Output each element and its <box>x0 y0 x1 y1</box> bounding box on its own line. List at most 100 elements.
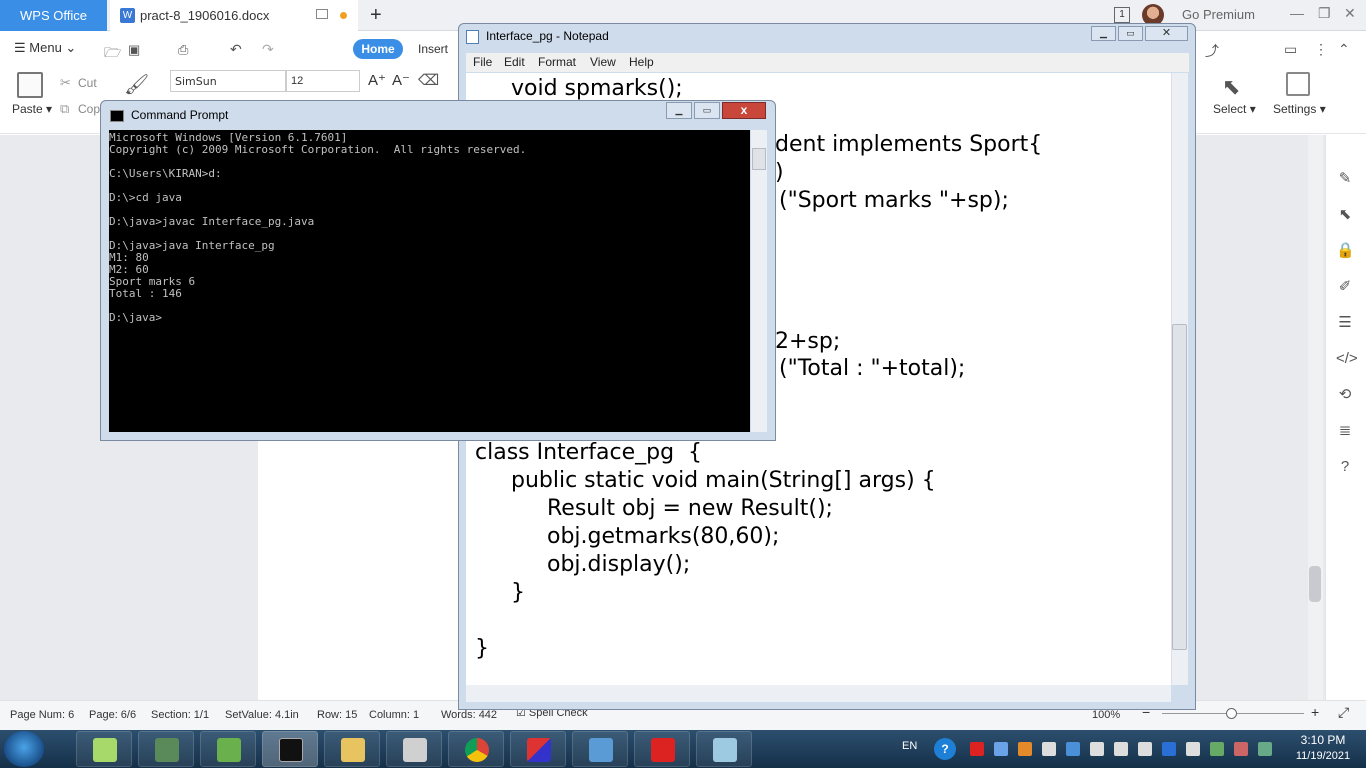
print-icon[interactable]: ⎙ <box>178 42 188 58</box>
tray-language[interactable]: EN <box>902 740 917 752</box>
cmd-close-button[interactable]: x <box>722 102 766 119</box>
tab-insert[interactable]: Insert <box>418 42 448 56</box>
format-painter-icon[interactable]: 🖌 <box>124 72 149 97</box>
tray-bluetooth-icon[interactable] <box>1162 742 1176 756</box>
code-line: dent implements Sport{ <box>775 132 1043 157</box>
taskbar-notepad[interactable] <box>696 731 752 767</box>
go-premium-button[interactable]: Go Premium <box>1182 7 1255 22</box>
menu-button[interactable]: ☰ Menu ⌄ <box>14 40 76 56</box>
clear-format-icon[interactable]: ⌫ <box>418 71 439 89</box>
shrink-font-icon[interactable]: A⁻ <box>392 71 410 89</box>
taskbar-calculator[interactable] <box>200 731 256 767</box>
wps-office-tab[interactable]: WPS Office <box>0 0 107 31</box>
more-icon[interactable]: ⋮ <box>1314 41 1328 58</box>
taskbar-cmd[interactable] <box>262 731 318 767</box>
tray-display-icon[interactable] <box>1258 742 1272 756</box>
notepad-menu-format[interactable]: Format <box>538 55 576 69</box>
monitor-icon[interactable] <box>316 9 328 19</box>
tray-antivirus-icon[interactable] <box>970 742 984 756</box>
cmd-scroll-thumb[interactable] <box>752 148 766 170</box>
taskbar-wps[interactable] <box>634 731 690 767</box>
font-name-select[interactable]: SimSun <box>170 70 286 92</box>
tray-device-icon[interactable] <box>1210 742 1224 756</box>
taskbar-sticky-notes[interactable] <box>76 731 132 767</box>
pen-icon[interactable]: ✎ <box>1336 170 1354 188</box>
history-icon[interactable]: ⟲ <box>1336 386 1354 404</box>
redo-icon[interactable]: ↷ <box>262 41 274 58</box>
code-line: ("Total : "+total); <box>779 356 966 381</box>
cmd-maximize-button[interactable]: ▭ <box>694 102 720 119</box>
taskbar-explorer[interactable] <box>324 731 380 767</box>
minimize-icon[interactable]: — <box>1290 5 1304 21</box>
fullscreen-icon[interactable]: ⤢ <box>1338 704 1349 721</box>
tray-cloud-icon[interactable] <box>994 742 1008 756</box>
font-size-select[interactable]: 12 <box>286 70 360 92</box>
taskbar-media-player[interactable] <box>386 731 442 767</box>
tab-home[interactable]: Home <box>353 39 403 59</box>
open-icon[interactable]: 🗁 <box>104 42 121 66</box>
notepad-menu-help[interactable]: Help <box>629 55 654 69</box>
tab-count-badge[interactable]: 1 <box>1114 7 1130 23</box>
tray-network-icon[interactable] <box>1066 742 1080 756</box>
paste-button[interactable]: Paste ▾ <box>12 102 52 116</box>
notepad-menu-edit[interactable]: Edit <box>504 55 525 69</box>
console-line: C:\Users\KIRAN>d: <box>109 167 222 180</box>
document-scrollbar[interactable] <box>1308 135 1323 700</box>
taskbar-blocks[interactable] <box>510 731 566 767</box>
pointer-icon[interactable]: ⬉ <box>1336 206 1354 224</box>
comment-icon[interactable]: ▭ <box>1284 41 1297 58</box>
notepad-menu-file[interactable]: File <box>473 55 492 69</box>
status-words[interactable]: Words: 442 <box>441 709 497 721</box>
tray-help-icon[interactable]: ? <box>934 738 956 760</box>
notepad-close-button[interactable]: ✕ <box>1145 26 1188 41</box>
lock-icon[interactable]: 🔒 <box>1336 242 1355 260</box>
clock-time[interactable]: 3:10 PM <box>1288 733 1358 747</box>
share-icon[interactable]: ⤴ <box>1205 41 1219 61</box>
close-icon[interactable]: ✕ <box>1344 5 1356 22</box>
tray-battery-icon[interactable] <box>1114 742 1128 756</box>
notepad-scroll-thumb[interactable] <box>1172 324 1187 650</box>
undo-icon[interactable]: ↶ <box>230 41 242 58</box>
cmd-scrollbar[interactable] <box>751 130 767 432</box>
tray-volume-icon[interactable] <box>1090 742 1104 756</box>
code-line: } <box>511 580 525 605</box>
select-button[interactable]: Select ▾ <box>1213 102 1256 116</box>
save-icon[interactable]: ▣ <box>128 42 140 58</box>
notepad-menu-view[interactable]: View <box>590 55 616 69</box>
clock-date[interactable]: 11/19/2021 <box>1288 750 1358 762</box>
notepad-minimize-button[interactable]: ▁ <box>1091 26 1116 41</box>
cmd-minimize-button[interactable]: ▁ <box>666 102 692 119</box>
cursor-icon: ⬉ <box>1222 74 1241 99</box>
list-icon[interactable]: ≣ <box>1336 422 1354 440</box>
settings-button[interactable]: Settings ▾ <box>1273 102 1326 116</box>
tray-move-icon[interactable] <box>1138 742 1152 756</box>
sliders-icon[interactable]: ☰ <box>1336 314 1354 332</box>
zoom-in-icon[interactable]: + <box>1311 704 1319 720</box>
grow-font-icon[interactable]: A⁺ <box>368 71 386 89</box>
help-icon[interactable]: ? <box>1336 458 1354 476</box>
tray-usb-icon[interactable] <box>1186 742 1200 756</box>
restore-icon[interactable]: ❐ <box>1318 5 1331 22</box>
tray-app-icon[interactable] <box>1018 742 1032 756</box>
tray-signal-icon[interactable] <box>1042 742 1056 756</box>
virtualbox-icon <box>589 738 613 762</box>
new-tab-button[interactable]: + <box>370 4 382 27</box>
code-icon[interactable]: </> <box>1336 350 1358 368</box>
notepad-horizontal-scrollbar[interactable] <box>466 685 1171 702</box>
taskbar-chrome[interactable] <box>448 731 504 767</box>
edit-doc-icon[interactable]: ✐ <box>1336 278 1354 296</box>
start-button[interactable] <box>4 731 44 767</box>
zoom-slider-handle[interactable] <box>1226 708 1237 719</box>
cut-button[interactable]: Cut <box>78 76 97 90</box>
paste-icon[interactable] <box>17 72 43 98</box>
taskbar-computer[interactable] <box>138 731 194 767</box>
taskbar-virtualbox[interactable] <box>572 731 628 767</box>
media-player-icon <box>403 738 427 762</box>
tray-tool-icon[interactable] <box>1234 742 1248 756</box>
status-row: Row: 15 <box>317 709 358 721</box>
notepad-maximize-button[interactable]: ▭ <box>1118 26 1143 41</box>
collapse-ribbon-icon[interactable]: ⌃ <box>1338 41 1350 58</box>
document-scroll-thumb[interactable] <box>1309 566 1321 602</box>
zoom-level[interactable]: 100% <box>1092 709 1120 721</box>
sticky-notes-icon <box>93 738 117 762</box>
